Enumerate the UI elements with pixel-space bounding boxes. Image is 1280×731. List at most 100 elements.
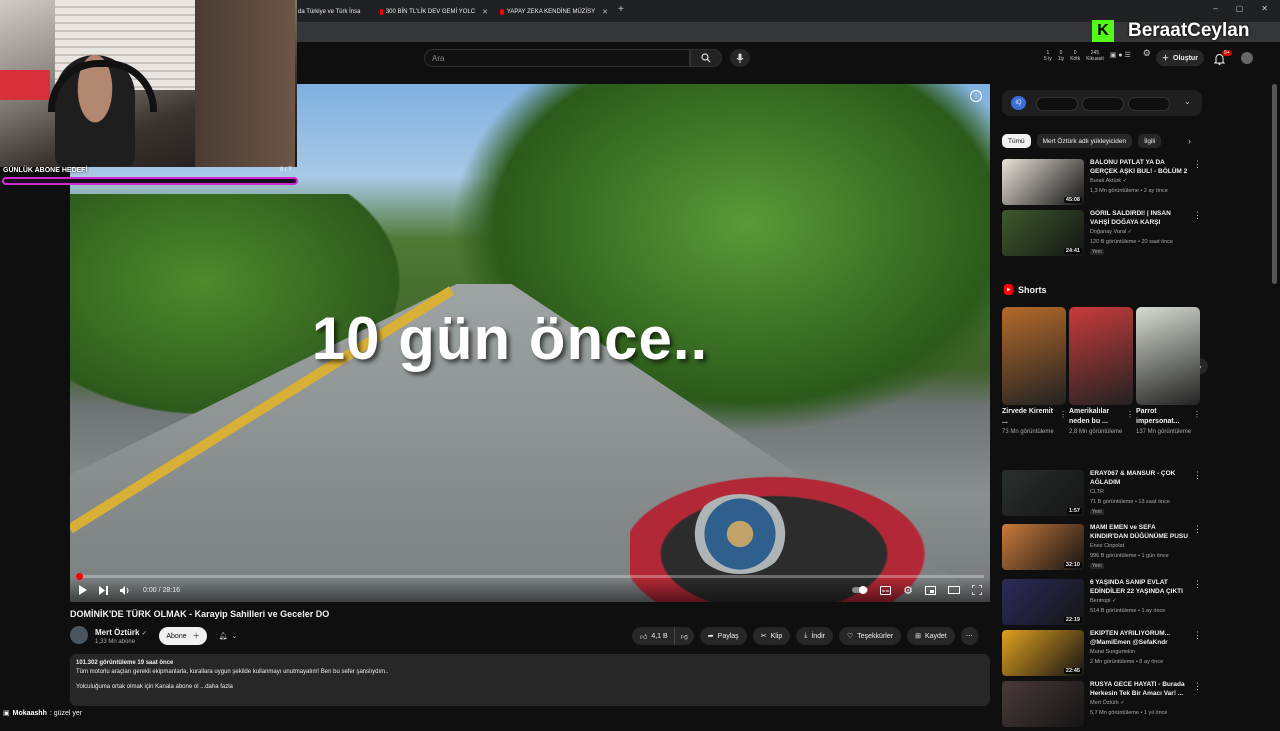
extension-pill[interactable] [1082,97,1124,111]
maximize-button[interactable]: ▢ [1236,4,1244,13]
microphone-icon [736,53,744,63]
channel-name[interactable]: Bentropi ✓ [1090,598,1117,604]
browser-tab[interactable]: YAPAY ZEKA KENDİNE MÜZİSY ✕ [500,3,608,20]
video-thumbnail[interactable]: 24:41 [1002,210,1084,256]
search-input[interactable]: Ara [424,49,690,67]
thanks-button[interactable]: ♡ Teşekkürler [838,627,902,645]
short-title[interactable]: Amerikalılar neden bu ... [1069,407,1125,427]
channel-name[interactable]: Mert Öztürk ✓ [1090,700,1125,706]
video-title[interactable]: ERAY067 & MANSUR - ÇOK AĞLADIM [1090,470,1190,487]
minimize-button[interactable]: – [1213,4,1217,13]
short-thumbnail[interactable] [1069,307,1133,405]
video-thumbnail[interactable]: 45:08 [1002,159,1084,205]
browser-tab[interactable]: da Türkiye ve Türk İnsa ✕ [298,3,368,20]
save-button[interactable]: ⊞ Kaydet [907,627,955,645]
channel-name[interactable]: Doğanay Vural ✓ [1090,229,1132,235]
channel-avatar[interactable] [70,626,88,644]
video-title[interactable]: BALONU PATLAT YA DA GERÇEK AŞKI BUL! - B… [1090,159,1190,176]
chevron-down-icon[interactable]: ⌄ [1184,97,1191,106]
video-title[interactable]: 6 YAŞINDA SANIP EVLAT EDİNDİLER 22 YAŞIN… [1090,579,1190,596]
create-button[interactable]: ＋ Oluştur [1156,50,1204,66]
short-title[interactable]: Parrot impersonat... [1136,407,1192,427]
more-vert-icon[interactable]: ⋮ [1193,410,1201,419]
more-vert-icon[interactable]: ⋮ [1193,159,1202,170]
short-item[interactable]: Amerikalılar neden bu ... 2,8 Mn görüntül… [1069,307,1134,437]
short-thumbnail[interactable] [1136,307,1200,405]
play-button[interactable] [78,585,87,595]
extension-pill[interactable] [1036,97,1078,111]
chip-all[interactable]: Tümü [1002,134,1031,148]
volume-button[interactable] [120,585,131,595]
more-actions-button[interactable]: ⋯ [960,627,978,645]
recommended-video[interactable]: 22:45 EKİPTEN AYRILIYORUM... @MamiEmen @S… [1002,630,1202,680]
subscribe-button[interactable]: Abone ＋ [159,627,207,645]
video-thumbnail[interactable] [1002,681,1084,727]
channel-name[interactable]: Mert Öztürk ✓ [95,628,147,637]
channel-name[interactable]: Murat Sungurtekin [1090,649,1135,655]
close-tab-icon[interactable]: ✕ [482,8,488,16]
autoplay-toggle[interactable] [852,586,869,594]
share-button[interactable]: ➦ Paylaş [699,627,747,645]
recommended-video[interactable]: 32:10 MAMİ EMEN ve SEFA KINDIR'DAN DÜĞÜNÜ… [1002,524,1202,574]
video-thumbnail[interactable]: 1:57 [1002,470,1084,516]
chevron-right-icon[interactable]: › [1188,136,1191,146]
recommended-video[interactable]: 45:08 BALONU PATLAT YA DA GERÇEK AŞKI BUL… [1002,159,1202,209]
channel-name[interactable]: Burak Aktürk ✓ [1090,178,1127,184]
info-icon[interactable]: i [970,90,982,102]
account-avatar[interactable] [1241,52,1253,64]
fullscreen-button[interactable] [972,585,982,595]
settings-button[interactable]: ⚙ [903,584,913,597]
video-title[interactable]: GORİL SALDIRDI! | İNSAN VAHŞİ DOĞAYA KAR… [1090,210,1190,227]
notification-bell-button[interactable]: 🔔︎ ⌄ [211,627,245,645]
more-vert-icon[interactable]: ⋮ [1193,524,1202,535]
more-vert-icon[interactable]: ⋮ [1193,630,1202,641]
video-thumbnail[interactable]: 22:45 [1002,630,1084,676]
next-button[interactable] [99,585,108,595]
clip-button[interactable]: ✂ Klip [752,627,791,645]
recommended-video[interactable]: 22:19 6 YAŞINDA SANIP EVLAT EDİNDİLER 22 … [1002,579,1202,629]
miniplayer-icon [925,585,936,595]
voice-search-button[interactable] [730,49,750,67]
channel-name[interactable]: Enes Cinpolat [1090,543,1124,549]
theater-mode-button[interactable] [948,586,960,594]
video-title[interactable]: MAMİ EMEN ve SEFA KINDIR'DAN DÜĞÜNÜME PU… [1090,524,1190,541]
subtitles-button[interactable] [880,585,892,595]
extension-icons[interactable]: ▣ ● ☰ [1110,50,1131,62]
more-vert-icon[interactable]: ⋮ [1126,410,1134,419]
video-thumbnail[interactable]: 22:19 [1002,579,1084,625]
close-window-button[interactable]: ✕ [1261,4,1268,13]
extension-pill[interactable] [1128,97,1170,111]
video-title[interactable]: RUSYA GECE HAYATI - Burada Herkesin Tek … [1090,681,1190,698]
recommended-video[interactable]: 1:57 ERAY067 & MANSUR - ÇOK AĞLADIM CLTR 71… [1002,470,1202,520]
page-scrollbar[interactable] [1272,84,1277,284]
video-title[interactable]: EKİPTEN AYRILIYORUM... @MamiEmen @SefaKn… [1090,630,1190,647]
short-title[interactable]: Zirvede Kiremit ... [1002,407,1058,427]
download-button[interactable]: ⤓ İndir [796,627,833,645]
more-vert-icon[interactable]: ⋮ [1193,579,1202,590]
new-tab-button[interactable]: + [618,4,624,15]
like-button[interactable]: 👍︎ 4,1 B [632,627,674,645]
recommended-video[interactable]: 24:41 GORİL SALDIRDI! | İNSAN VAHŞİ DOĞAY… [1002,210,1202,260]
settings-icon[interactable]: ⚙ [1143,49,1151,62]
chip-from-uploader[interactable]: Mert Öztürk adlı yükleyiciden [1036,134,1133,148]
more-vert-icon[interactable]: ⋮ [1193,681,1202,692]
more-vert-icon[interactable]: ⋮ [1193,470,1202,481]
description-more[interactable]: Yolculuğuma ortak olmak için Kanala abon… [76,683,984,692]
search-button[interactable] [690,49,722,67]
channel-name[interactable]: CLTR [1090,489,1104,495]
close-tab-icon[interactable]: ✕ [367,8,368,16]
more-vert-icon[interactable]: ⋮ [1193,210,1202,221]
chip-related[interactable]: İlgili [1138,134,1162,148]
short-item[interactable]: Zirvede Kiremit ... 73 Mn görüntüleme ⋮ [1002,307,1067,437]
short-views: 137 Mn görüntüleme [1136,429,1192,435]
close-tab-icon[interactable]: ✕ [602,8,608,16]
short-thumbnail[interactable] [1002,307,1066,405]
miniplayer-button[interactable] [925,585,936,595]
browser-tab[interactable]: 300 BİN TL'LİK DEV GEMİ YOLC ✕ [380,3,488,20]
dislike-button[interactable]: 👎︎ [673,627,694,645]
more-vert-icon[interactable]: ⋮ [1059,410,1067,419]
recommended-video[interactable]: RUSYA GECE HAYATI - Burada Herkesin Tek … [1002,681,1202,731]
short-item[interactable]: Parrot impersonat... 137 Mn görüntüleme ⋮ [1136,307,1201,437]
description-box[interactable]: 101.302 görüntüleme 19 saat önce Tüm mot… [70,654,990,706]
video-thumbnail[interactable]: 32:10 [1002,524,1084,570]
